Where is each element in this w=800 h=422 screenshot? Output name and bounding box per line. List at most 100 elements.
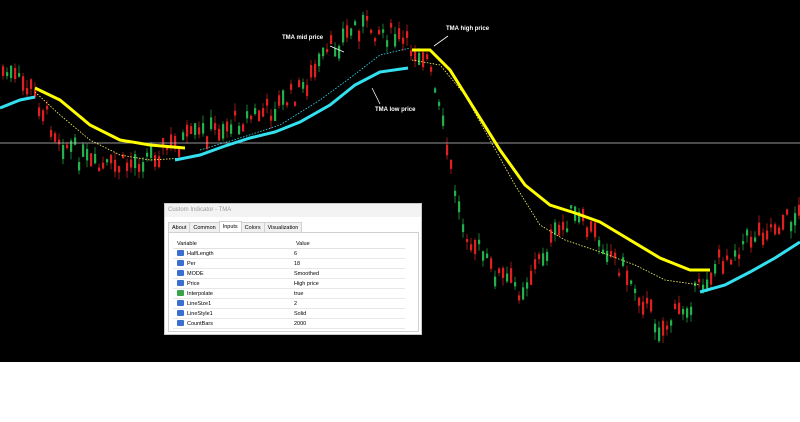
candle-body — [78, 161, 81, 171]
variable-value[interactable]: true — [292, 288, 405, 299]
candle-body — [542, 253, 545, 266]
table-row[interactable]: LineSize1 2 — [173, 298, 405, 309]
table-row[interactable]: LineStyle1 Solid — [173, 308, 405, 319]
table-row[interactable]: CountBars 2000 — [173, 318, 405, 329]
candle-body — [362, 14, 365, 27]
candle-body — [130, 159, 133, 168]
candle-body — [486, 253, 489, 259]
candle-body — [58, 139, 61, 145]
candle-body — [442, 115, 445, 126]
candle-body — [358, 30, 361, 42]
candle-body — [478, 239, 481, 245]
variable-value[interactable]: Solid — [292, 308, 405, 319]
candle-body — [242, 124, 245, 132]
candle-body — [42, 110, 45, 122]
tma-mid-line-cyan — [199, 47, 411, 151]
candle-body — [62, 144, 65, 160]
candle-body — [254, 108, 257, 115]
candle-body — [370, 29, 373, 33]
candle-body — [554, 222, 557, 235]
candle-body — [754, 237, 757, 242]
candle-body — [566, 228, 569, 232]
candle-body — [534, 259, 537, 270]
candle-body — [714, 264, 717, 274]
candle-body — [466, 239, 469, 243]
inputs-table: Variable Value HalfLength 6 Per 18 MODE … — [173, 239, 405, 329]
candle-body — [338, 45, 341, 59]
candle-body — [150, 145, 153, 158]
candle-body — [454, 190, 457, 197]
table-row[interactable]: Interpolate true — [173, 288, 405, 299]
candle-body — [502, 267, 505, 279]
variable-value[interactable]: 6 — [292, 248, 405, 259]
enum-param-icon — [177, 280, 184, 286]
candle-body — [658, 327, 661, 342]
candle-body — [734, 250, 737, 257]
candle-body — [414, 51, 417, 62]
candle-body — [722, 261, 725, 274]
candle-body — [742, 241, 745, 245]
candle-body — [246, 111, 249, 119]
candle-body — [434, 88, 437, 93]
table-row[interactable]: MODE Smoothed — [173, 268, 405, 279]
candle-body — [94, 153, 97, 164]
candle-body — [274, 108, 277, 122]
candle-body — [770, 224, 773, 228]
inputs-panel: Variable Value HalfLength 6 Per 18 MODE … — [168, 232, 419, 332]
candle-body — [726, 255, 729, 260]
variable-value[interactable]: 2 — [292, 298, 405, 309]
variable-value[interactable]: High price — [292, 278, 405, 289]
candle-body — [678, 302, 681, 315]
candle-body — [406, 31, 409, 38]
candle-body — [154, 155, 157, 167]
candle-body — [402, 37, 405, 44]
candle-body — [350, 28, 353, 36]
table-row[interactable]: Price High price — [173, 278, 405, 289]
candle-body — [126, 162, 129, 171]
candle-body — [522, 287, 525, 300]
candle-body — [90, 153, 93, 167]
candle-body — [618, 272, 621, 276]
candle-body — [226, 121, 229, 132]
candle-body — [234, 110, 237, 116]
candle-body — [766, 230, 769, 240]
candle-body — [710, 272, 713, 285]
candle-body — [418, 52, 421, 65]
candle-body — [458, 201, 461, 213]
candle-body — [494, 276, 497, 287]
candle-body — [98, 167, 101, 172]
candle-body — [794, 213, 797, 226]
candle-body — [782, 214, 785, 230]
candle-body — [626, 270, 629, 285]
table-row[interactable]: HalfLength 6 — [173, 248, 405, 259]
candle-body — [22, 76, 25, 91]
variable-value[interactable]: 18 — [292, 258, 405, 269]
candle-body — [114, 159, 117, 172]
variable-column-header: Variable — [173, 239, 292, 249]
candle-body — [46, 105, 49, 110]
variable-value[interactable]: 2000 — [292, 318, 405, 329]
candle-body — [38, 107, 41, 117]
candle-body — [190, 126, 193, 134]
candle-body — [230, 124, 233, 134]
indicator-properties-dialog[interactable]: Custom Indicator - TMA About Common Inpu… — [164, 203, 422, 335]
table-row[interactable]: Per 18 — [173, 258, 405, 269]
candle-body — [730, 259, 733, 265]
candle-body — [622, 257, 625, 266]
candle-body — [718, 249, 721, 258]
candle-body — [438, 101, 441, 106]
candle-body — [446, 144, 449, 156]
candle-body — [330, 35, 333, 45]
candle-body — [202, 123, 205, 134]
candle-body — [514, 282, 517, 287]
candle-body — [266, 98, 269, 106]
candle-body — [6, 72, 9, 77]
candle-body — [410, 50, 413, 56]
candle-body — [282, 90, 285, 105]
candle-body — [698, 279, 701, 283]
candle-body — [194, 123, 197, 135]
candle-body — [774, 224, 777, 235]
candle-body — [394, 34, 397, 47]
variable-value[interactable]: Smoothed — [292, 268, 405, 279]
low-annotation-pointer — [371, 87, 381, 105]
